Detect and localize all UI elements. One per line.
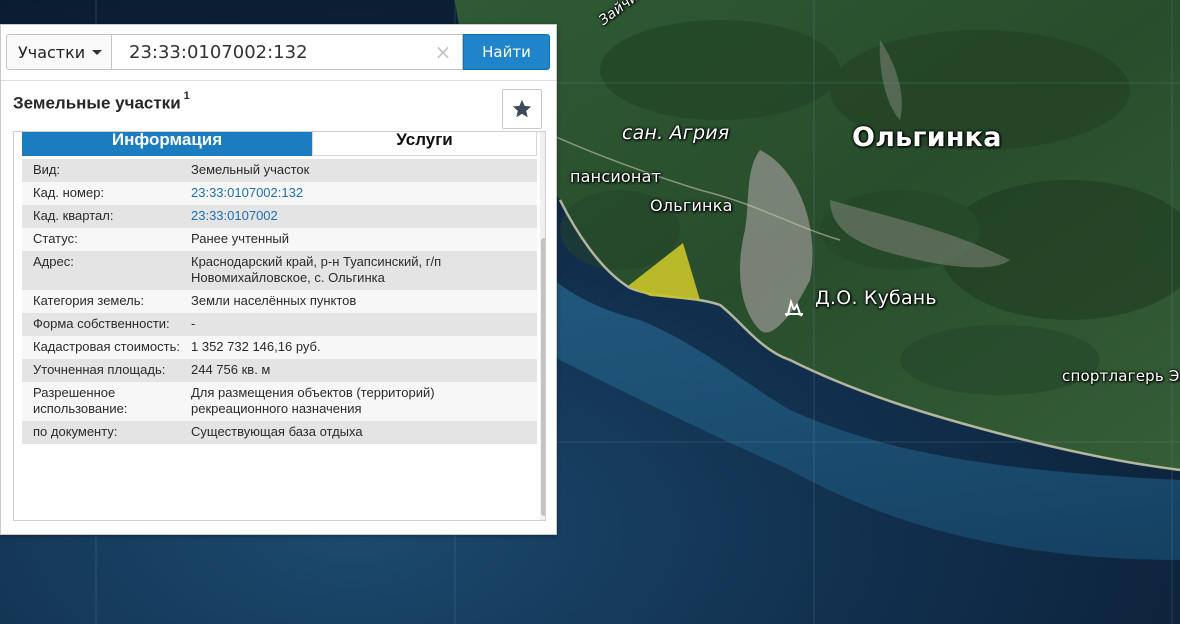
tab-information[interactable]: Информация [22,132,312,156]
result-count: 1 [183,90,190,102]
attribute-key: Кад. номер: [33,185,105,200]
attribute-key: Разрешенное использование: [33,385,128,416]
attribute-value-link[interactable]: 23:33:0107002 [191,208,537,224]
table-row: Вид: Земельный участок [22,159,537,182]
favorite-button[interactable] [502,89,542,129]
chevron-down-icon [92,49,103,55]
scrollbar-thumb[interactable] [541,238,545,516]
attribute-value: Земельный участок [191,162,310,177]
map-label-sanatorium: сан. Агрия [622,122,730,144]
attribute-value: - [191,316,196,331]
table-row: Кадастровая стоимость: 1 352 732 146,16 р… [22,336,537,359]
divider [1,80,556,81]
map-label-pension: пансионат [570,167,662,186]
search-button[interactable]: Найти [463,34,550,70]
resort-icon [785,298,803,317]
table-row: Кад. номер: 23:33:0107002:132 [22,182,537,205]
attribute-key: Уточненная площадь: [33,362,166,377]
attribute-value: Существующая база отдыха [191,424,363,439]
attribute-key: Форма собственности: [33,316,170,331]
attribute-value: Ранее учтенный [191,231,289,246]
attribute-table: Вид: Земельный участок Кад. номер: 23:33:01… [22,159,537,444]
map-label-sport-camp: спортлагерь Эле [1062,367,1180,385]
search-bar: Участки × Найти [6,34,551,72]
table-row: Категория земель: Земли населённых пункто… [22,290,537,313]
attribute-value: Земли населённых пунктов [191,293,357,308]
tab-services[interactable]: Услуги [312,132,537,156]
attribute-value: Краснодарский край, р-н Туапсинский, г/п… [191,254,442,285]
table-row: Форма собственности: - [22,313,537,336]
parcel-info-card: Информация Услуги Вид: Земельный участок К… [13,131,546,521]
clear-icon[interactable]: × [432,40,454,64]
attribute-key: Статус: [33,231,78,246]
attribute-key: Категория земель: [33,293,145,308]
table-row: Разрешенное использование: Для размещения… [22,382,537,421]
attribute-value: 1 352 732 146,16 руб. [191,339,321,354]
attribute-value-link[interactable]: 23:33:0107002:132 [191,185,537,201]
tabs: Информация Услуги [22,132,537,156]
table-row: Уточненная площадь: 244 756 кв. м [22,359,537,382]
attribute-key: Кад. квартал: [33,208,114,223]
map-label-town: Ольгинка [852,122,1002,153]
attribute-key: по документу: [33,424,118,439]
attribute-value: 244 756 кв. м [191,362,271,377]
table-row: Кад. квартал: 23:33:0107002 [22,205,537,228]
info-panel: Участки × Найти Земельные участки1 Инфор… [0,24,557,535]
map-label-pension-name: Ольгинка [650,196,733,215]
attribute-key: Вид: [33,162,61,177]
search-input[interactable] [111,34,463,70]
attribute-value: Для размещения объектов (территорий) рек… [191,385,435,416]
panel-title: Земельные участки 1 [13,90,190,114]
panel-title-text: Земельные участки [13,93,181,113]
star-icon [512,99,532,118]
table-row: Статус: Ранее учтенный [22,228,537,251]
search-type-label: Участки [18,42,86,62]
table-row: по документу: Существующая база отдыха [22,421,537,444]
table-row: Адрес: Краснодарский край, р-н Туапсински… [22,251,537,290]
attribute-key: Кадастровая стоимость: [33,339,180,354]
search-type-dropdown[interactable]: Участки [6,34,112,70]
map-label-resort: Д.О. Кубань [815,287,937,309]
attribute-key: Адрес: [33,254,74,269]
